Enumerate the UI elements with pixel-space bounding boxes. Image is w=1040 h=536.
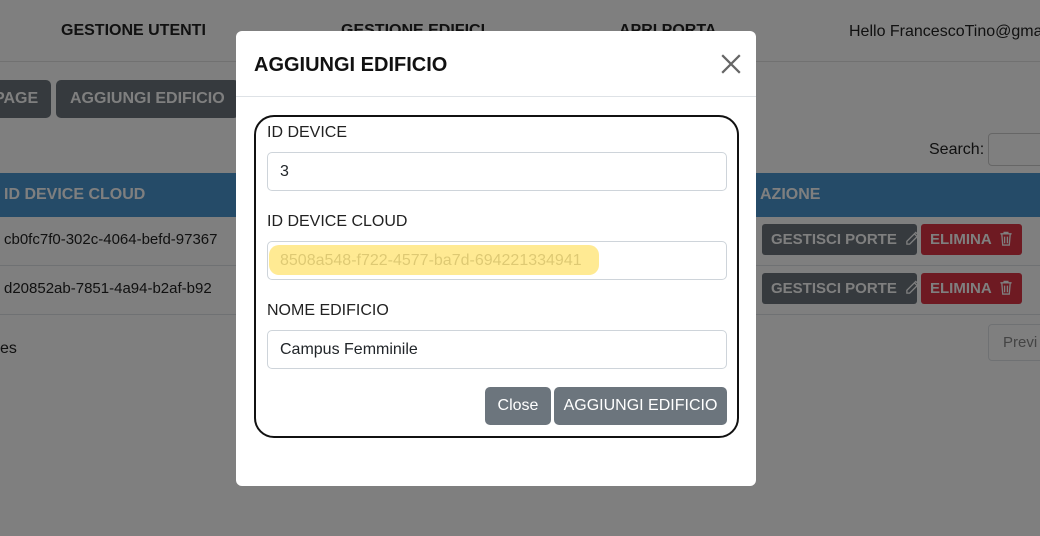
cloud-id-input[interactable] xyxy=(267,241,727,280)
add-building-modal: AGGIUNGI EDIFICIO ID DEVICE ID DEVICE CL… xyxy=(236,31,756,486)
modal-header: AGGIUNGI EDIFICIO xyxy=(236,31,756,97)
cloud-id-label: ID DEVICE CLOUD xyxy=(267,213,408,230)
building-name-label: NOME EDIFICIO xyxy=(267,302,389,319)
submit-add-building-button[interactable]: AGGIUNGI EDIFICIO xyxy=(554,387,727,425)
building-name-input[interactable] xyxy=(267,330,727,369)
device-id-label: ID DEVICE xyxy=(267,124,348,141)
building-form: ID DEVICE ID DEVICE CLOUD NOME EDIFICIO … xyxy=(254,115,739,438)
close-icon[interactable] xyxy=(720,53,742,75)
modal-title: AGGIUNGI EDIFICIO xyxy=(254,54,448,76)
close-button[interactable]: Close xyxy=(485,387,551,425)
device-id-input[interactable] xyxy=(267,152,727,191)
